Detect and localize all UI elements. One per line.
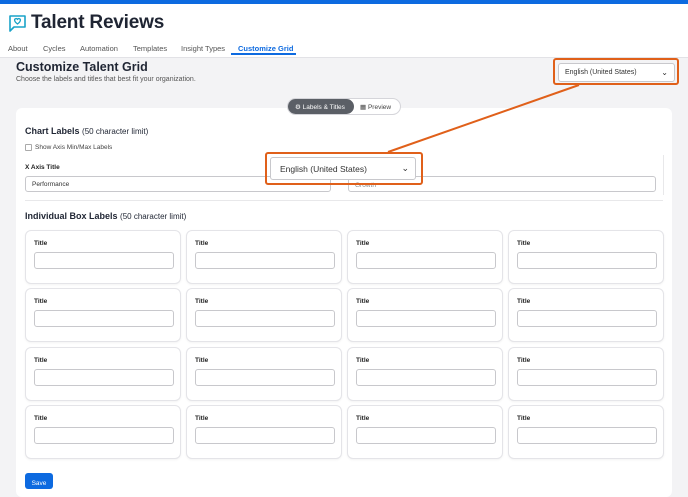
box-title-label: Title — [195, 240, 209, 247]
box-title-input[interactable] — [195, 427, 335, 444]
box-title-input[interactable] — [517, 252, 657, 269]
box-labels-title: Individual Box Labels — [25, 211, 118, 221]
box-title-input[interactable] — [356, 252, 496, 269]
chart-labels-note: (50 character limit) — [82, 127, 149, 136]
box-label-card: Title — [508, 347, 664, 401]
box-label-card: Title — [186, 288, 342, 342]
box-title-input[interactable] — [195, 310, 335, 327]
show-axis-minmax-label: Show Axis Min/Max Labels — [35, 144, 113, 151]
show-axis-minmax-checkbox[interactable] — [25, 144, 32, 151]
box-label-card: Title — [25, 347, 181, 401]
toggle-labels-titles-label: Labels & Titles — [302, 104, 345, 111]
nav-tab-automation[interactable]: Automation — [80, 44, 118, 53]
box-label-card: Title — [508, 230, 664, 284]
box-title-input[interactable] — [517, 310, 657, 327]
box-label-card: Title — [347, 347, 503, 401]
box-title-label: Title — [517, 298, 531, 305]
box-title-label: Title — [356, 415, 370, 422]
box-title-input[interactable] — [517, 369, 657, 386]
view-toggle: ⚙ Labels & Titles ▦ Preview — [287, 98, 401, 115]
box-label-card: Title — [186, 230, 342, 284]
box-title-input[interactable] — [356, 427, 496, 444]
gear-icon: ⚙ — [295, 104, 301, 111]
box-title-label: Title — [34, 240, 48, 247]
box-label-card: Title — [347, 405, 503, 459]
page-subtitle: Choose the labels and titles that best f… — [16, 76, 196, 83]
box-title-input[interactable] — [34, 252, 174, 269]
box-labels-heading: Individual Box Labels (50 character limi… — [25, 211, 186, 221]
box-title-label: Title — [356, 298, 370, 305]
nav-tab-insight-types[interactable]: Insight Types — [181, 44, 225, 53]
box-title-input[interactable] — [195, 369, 335, 386]
grid-icon: ▦ — [360, 104, 367, 111]
box-label-card: Title — [347, 288, 503, 342]
nav-tab-templates[interactable]: Templates — [133, 44, 167, 53]
nav-tab-cycles[interactable]: Cycles — [43, 44, 66, 53]
box-title-label: Title — [356, 357, 370, 364]
page-title: Customize Talent Grid — [16, 60, 148, 74]
box-title-label: Title — [517, 415, 531, 422]
box-title-input[interactable] — [34, 369, 174, 386]
nav-tab-customize-grid[interactable]: Customize Grid — [238, 44, 293, 53]
toggle-preview[interactable]: ▦ Preview — [360, 103, 391, 111]
box-label-card: Title — [186, 347, 342, 401]
box-label-card: Title — [508, 405, 664, 459]
box-title-label: Title — [195, 298, 209, 305]
box-label-card: Title — [508, 288, 664, 342]
box-label-card: Title — [25, 405, 181, 459]
box-title-input[interactable] — [195, 252, 335, 269]
callout-highlight-language-select — [553, 58, 679, 85]
box-title-label: Title — [195, 415, 209, 422]
box-title-input[interactable] — [34, 310, 174, 327]
box-title-label: Title — [34, 298, 48, 305]
box-title-label: Title — [517, 240, 531, 247]
box-title-input[interactable] — [356, 369, 496, 386]
box-title-label: Title — [34, 415, 48, 422]
section-divider-vertical — [663, 155, 664, 195]
box-label-card: Title — [347, 230, 503, 284]
box-title-label: Title — [195, 357, 209, 364]
app-title: Talent Reviews — [31, 12, 165, 33]
box-title-input[interactable] — [356, 310, 496, 327]
box-label-card: Title — [25, 230, 181, 284]
box-title-input[interactable] — [517, 427, 657, 444]
save-button[interactable]: Save — [25, 473, 53, 489]
box-title-label: Title — [34, 357, 48, 364]
box-title-label: Title — [517, 357, 531, 364]
box-title-label: Title — [356, 240, 370, 247]
callout-highlight-zoomed-select — [265, 152, 423, 185]
chart-labels-title: Chart Labels — [25, 126, 80, 136]
toggle-preview-label: Preview — [367, 104, 392, 111]
box-labels-note: (50 character limit) — [120, 212, 187, 221]
toggle-labels-titles[interactable]: ⚙ Labels & Titles — [288, 99, 354, 114]
chart-labels-heading: Chart Labels (50 character limit) — [25, 126, 148, 136]
box-label-card: Title — [186, 405, 342, 459]
box-title-input[interactable] — [34, 427, 174, 444]
nav-tab-about[interactable]: About — [8, 44, 28, 53]
section-divider — [25, 200, 663, 201]
talent-reviews-logo-icon — [9, 15, 26, 32]
box-label-card: Title — [25, 288, 181, 342]
active-tab-indicator — [231, 53, 296, 55]
x-axis-title-label: X Axis Title — [25, 164, 60, 171]
